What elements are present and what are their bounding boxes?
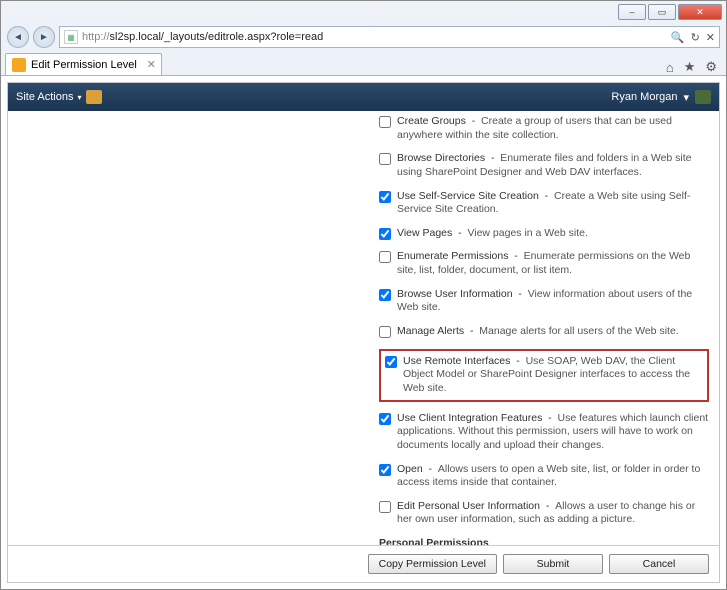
permission-checkbox-create-groups[interactable] (379, 116, 391, 128)
permission-checkbox-use-self-service[interactable] (379, 191, 391, 203)
permission-use-client-integration: Use Client Integration Features - Use fe… (379, 412, 709, 453)
page-body: Create Groups - Create a group of users … (8, 111, 719, 545)
user-menu[interactable]: Ryan Morgan ▾ (611, 90, 711, 104)
permission-text: Manage Alerts - Manage alerts for all us… (397, 325, 709, 339)
content-area: Site Actions ▾ Ryan Morgan ▾ Create Grou… (1, 75, 726, 589)
user-name: Ryan Morgan (611, 91, 677, 103)
permission-checkbox-edit-personal-info[interactable] (379, 501, 391, 513)
permission-text: Use Self-Service Site Creation - Create … (397, 190, 709, 217)
minimize-button[interactable]: – (618, 4, 646, 20)
permission-checkbox-enumerate-permissions[interactable] (379, 251, 391, 263)
permission-checkbox-view-pages[interactable] (379, 228, 391, 240)
address-bar[interactable]: ▦ http:// sl2sp.local/_layouts/editrole.… (59, 26, 720, 48)
permission-open: Open - Allows users to open a Web site, … (379, 463, 709, 490)
permission-checkbox-open[interactable] (379, 464, 391, 476)
user-dropdown-icon[interactable] (695, 90, 711, 104)
address-row: ◄ ► ▦ http:// sl2sp.local/_layouts/editr… (1, 23, 726, 51)
gear-icon[interactable]: ⚙ (700, 59, 722, 75)
permission-text: Use Client Integration Features - Use fe… (397, 412, 709, 453)
sharepoint-icon (12, 58, 26, 72)
permission-use-remote-interfaces: Use Remote Interfaces - Use SOAP, Web DA… (385, 355, 703, 396)
maximize-button[interactable]: ▭ (648, 4, 676, 20)
chevron-down-icon: ▾ (77, 93, 81, 102)
personal-permissions-header: Personal Permissions (379, 537, 709, 545)
copy-permission-button[interactable]: Copy Permission Level (368, 554, 497, 574)
permission-checkbox-browse-user-info[interactable] (379, 289, 391, 301)
page-icon: ▦ (64, 30, 78, 44)
site-actions-menu[interactable]: Site Actions ▾ (16, 90, 102, 104)
permission-enumerate-permissions: Enumerate Permissions - Enumerate permis… (379, 250, 709, 277)
permission-text: Create Groups - Create a group of users … (397, 115, 709, 142)
sharepoint-page: Site Actions ▾ Ryan Morgan ▾ Create Grou… (7, 82, 720, 583)
submit-button[interactable]: Submit (503, 554, 603, 574)
browser-window: – ▭ ✕ ◄ ► ▦ http:// sl2sp.local/_layouts… (0, 0, 727, 590)
permission-manage-alerts: Manage Alerts - Manage alerts for all us… (379, 325, 709, 339)
url-text[interactable]: sl2sp.local/_layouts/editrole.aspx?role=… (110, 31, 671, 43)
stop-icon[interactable]: ✕ (706, 31, 715, 44)
highlighted-permission: Use Remote Interfaces - Use SOAP, Web DA… (379, 349, 709, 402)
tab-row: Edit Permission Level ✕ ⌂ ★ ⚙ (1, 51, 726, 75)
permission-checkbox-use-client-integration[interactable] (379, 413, 391, 425)
ribbon-bar: Site Actions ▾ Ryan Morgan ▾ (8, 83, 719, 111)
title-bar: – ▭ ✕ (1, 1, 726, 23)
site-actions-label: Site Actions (16, 91, 73, 103)
favorites-icon[interactable]: ★ (679, 59, 701, 75)
permission-view-pages: View Pages - View pages in a Web site. (379, 227, 709, 241)
permission-text: Enumerate Permissions - Enumerate permis… (397, 250, 709, 277)
url-prefix: http:// (82, 31, 110, 43)
refresh-icon[interactable]: ↻ (691, 31, 700, 44)
tab-title: Edit Permission Level (31, 59, 137, 71)
permission-checkbox-manage-alerts[interactable] (379, 326, 391, 338)
permission-text: Use Remote Interfaces - Use SOAP, Web DA… (403, 355, 703, 396)
back-button[interactable]: ◄ (7, 26, 29, 48)
navigate-up-icon[interactable] (86, 90, 102, 104)
permission-edit-personal-info: Edit Personal User Information - Allows … (379, 500, 709, 527)
cancel-button[interactable]: Cancel (609, 554, 709, 574)
permission-use-self-service: Use Self-Service Site Creation - Create … (379, 190, 709, 217)
close-button[interactable]: ✕ (678, 4, 722, 20)
search-icon[interactable]: 🔍 (671, 31, 685, 44)
tab-close-icon[interactable]: ✕ (147, 58, 156, 71)
permission-text: Edit Personal User Information - Allows … (397, 500, 709, 527)
permission-text: Browse User Information - View informati… (397, 288, 709, 315)
permission-text: Open - Allows users to open a Web site, … (397, 463, 709, 490)
home-icon[interactable]: ⌂ (661, 60, 679, 75)
chevron-down-icon: ▾ (683, 91, 689, 104)
permission-browse-directories: Browse Directories - Enumerate files and… (379, 152, 709, 179)
permission-checkbox-use-remote-interfaces[interactable] (385, 356, 397, 368)
forward-button[interactable]: ► (33, 26, 55, 48)
button-row: Copy Permission Level Submit Cancel (8, 545, 719, 582)
permissions-column: Create Groups - Create a group of users … (379, 115, 709, 545)
permission-checkbox-browse-directories[interactable] (379, 153, 391, 165)
permission-text: View Pages - View pages in a Web site. (397, 227, 709, 241)
permission-text: Browse Directories - Enumerate files and… (397, 152, 709, 179)
browser-tab[interactable]: Edit Permission Level ✕ (5, 53, 162, 75)
permission-create-groups: Create Groups - Create a group of users … (379, 115, 709, 142)
permission-browse-user-info: Browse User Information - View informati… (379, 288, 709, 315)
